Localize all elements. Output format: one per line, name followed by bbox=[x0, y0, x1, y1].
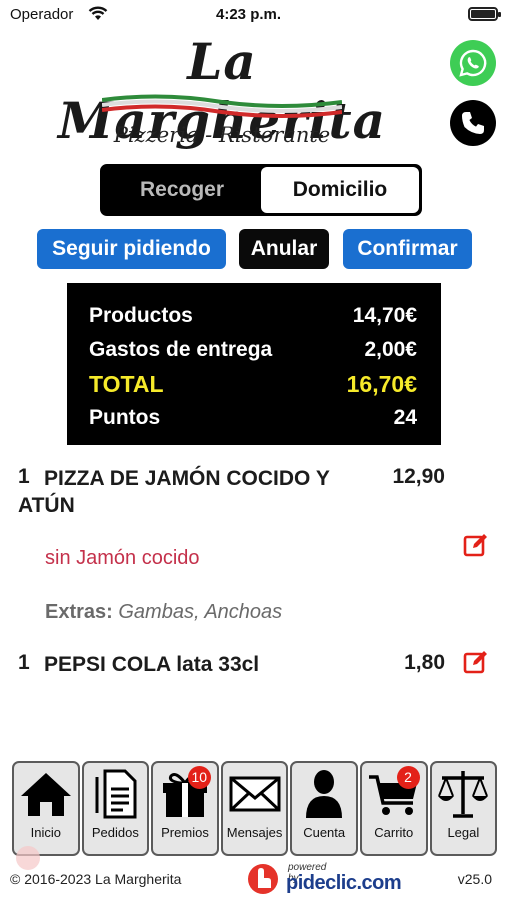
clock: 4:23 p.m. bbox=[216, 6, 282, 23]
document-icon bbox=[93, 763, 137, 825]
wifi-icon bbox=[88, 6, 108, 25]
tab-label: Premios bbox=[161, 825, 209, 840]
scales-icon bbox=[436, 763, 490, 825]
pideclic-logo[interactable]: powered by pideclic.com bbox=[246, 862, 402, 896]
item-price: 1,80 bbox=[404, 651, 445, 674]
extras-label: Extras: bbox=[45, 601, 113, 623]
summary-value: 14,70€ bbox=[352, 304, 417, 327]
cart-badge: 2 bbox=[396, 766, 420, 789]
summary-row-total: TOTAL 16,70€ bbox=[89, 367, 417, 401]
continue-ordering-button[interactable]: Seguir pidiendo bbox=[37, 229, 226, 269]
tab-label: Mensajes bbox=[226, 825, 283, 840]
summary-value: 2,00€ bbox=[364, 338, 417, 361]
status-bar: Operador 4:23 p.m. bbox=[0, 0, 507, 30]
summary-row-products: Productos 14,70€ bbox=[89, 299, 417, 333]
summary-value: 24 bbox=[393, 406, 417, 429]
item-extras: Extras: Gambas, Anchoas bbox=[45, 601, 282, 624]
summary-label: Gastos de entrega bbox=[89, 338, 273, 361]
whatsapp-icon[interactable] bbox=[450, 40, 496, 86]
home-icon bbox=[19, 763, 73, 825]
edit-item-icon[interactable] bbox=[463, 532, 489, 558]
tab-legal[interactable]: Legal bbox=[429, 761, 498, 856]
tab-label: Inicio bbox=[30, 825, 61, 840]
delivery-mode-toggle: Recoger Domicilio bbox=[100, 164, 422, 216]
item-modifier: sin Jamón cocido bbox=[45, 547, 200, 569]
summary-row-delivery-fee: Gastos de entrega 2,00€ bbox=[89, 333, 417, 367]
footer: © 2016-2023 La Margherita powered by pid… bbox=[0, 862, 507, 900]
pideclic-icon bbox=[248, 864, 278, 894]
tab-label: Carrito bbox=[374, 825, 414, 840]
restaurant-logo: La Margherita Pizzeria - Ristorante bbox=[22, 30, 422, 150]
item-name: PEPSI COLA lata 33cl bbox=[44, 653, 260, 676]
envelope-icon bbox=[228, 763, 282, 825]
confirm-order-button[interactable]: Confirmar bbox=[343, 229, 472, 269]
pickup-option[interactable]: Recoger bbox=[103, 167, 261, 213]
summary-row-points: Puntos 24 bbox=[89, 401, 417, 435]
tab-inicio[interactable]: Inicio bbox=[12, 761, 80, 856]
phone-icon[interactable] bbox=[450, 100, 496, 146]
tab-pedidos[interactable]: Pedidos bbox=[81, 761, 150, 856]
bottom-navigation: Inicio Pedidos 10 Premios Mensajes Cuent… bbox=[12, 761, 498, 856]
summary-label: Productos bbox=[89, 304, 193, 327]
extras-value: Gambas, Anchoas bbox=[118, 601, 283, 623]
summary-value: 16,70€ bbox=[346, 371, 417, 397]
carrier-label: Operador bbox=[10, 6, 74, 23]
rewards-badge: 10 bbox=[187, 766, 211, 789]
tab-label: Pedidos bbox=[91, 825, 139, 840]
user-icon bbox=[302, 763, 346, 825]
delivery-option[interactable]: Domicilio bbox=[261, 167, 419, 213]
cancel-order-button[interactable]: Anular bbox=[239, 229, 329, 269]
tab-label: Cuenta bbox=[303, 825, 346, 840]
app-version: v25.0 bbox=[457, 871, 492, 887]
tab-premios[interactable]: 10 Premios bbox=[151, 761, 219, 856]
copyright-text: © 2016-2023 La Margherita bbox=[10, 871, 182, 887]
item-price: 12,90 bbox=[392, 465, 445, 488]
summary-label: TOTAL bbox=[89, 371, 164, 397]
summary-label: Puntos bbox=[89, 406, 161, 429]
edit-item-icon[interactable] bbox=[463, 649, 489, 675]
italian-flag-ribbon bbox=[102, 94, 342, 118]
cart-item: 1 PIZZA DE JAMÓN COCIDO Y ATÚN 12,90 bbox=[18, 465, 488, 525]
tab-mensajes[interactable]: Mensajes bbox=[220, 761, 289, 856]
battery-icon bbox=[468, 7, 501, 21]
cart-item: 1 PEPSI COLA lata 33cl 1,80 bbox=[18, 651, 488, 681]
tab-cuenta[interactable]: Cuenta bbox=[290, 761, 358, 856]
tab-label: Legal bbox=[447, 825, 480, 840]
order-summary: Productos 14,70€ Gastos de entrega 2,00€… bbox=[67, 283, 441, 445]
tab-carrito[interactable]: 2 Carrito bbox=[359, 761, 428, 856]
restaurant-subtitle: Pizzeria - Ristorante bbox=[113, 123, 331, 147]
pideclic-brand: pideclic.com bbox=[286, 872, 402, 894]
item-name: PIZZA DE JAMÓN COCIDO Y ATÚN bbox=[18, 467, 330, 517]
